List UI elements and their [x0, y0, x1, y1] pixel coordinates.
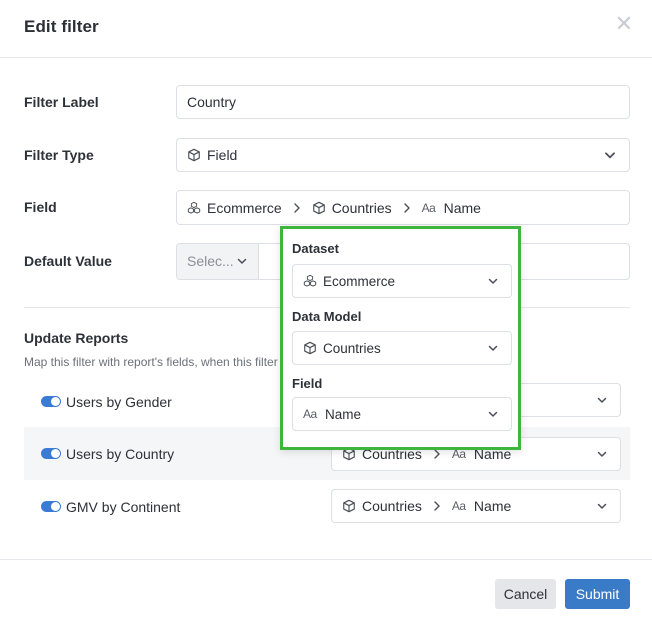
chevron-down-icon — [236, 255, 248, 267]
text-type-icon: Aa — [421, 200, 436, 215]
update-reports-title: Update Reports — [24, 330, 129, 346]
cube-icon — [342, 499, 356, 513]
modal-footer: Cancel Submit — [0, 559, 652, 622]
chevron-down-icon — [487, 275, 499, 287]
popover-dataset-select[interactable]: Ecommerce — [292, 264, 512, 298]
popover-field-select[interactable]: Aa Name — [292, 397, 512, 431]
popover-dataset-label: Dataset — [292, 241, 339, 256]
chevron-down-icon — [487, 408, 499, 420]
field-path-field: Name — [443, 199, 481, 216]
report-toggle[interactable] — [41, 501, 61, 512]
text-type-icon: Aa — [303, 407, 317, 421]
report-field-breadcrumb: Countries Aa Name — [342, 498, 511, 514]
modal-title: Edit filter — [24, 17, 99, 36]
chevron-right-icon — [292, 202, 302, 214]
filter-type-select[interactable]: Field — [176, 138, 630, 172]
default-value-operator-select[interactable]: Selec... — [177, 244, 259, 279]
cube-icon — [303, 341, 317, 355]
field-breadcrumb: Ecommerce Countries Aa Name — [187, 200, 481, 216]
filter-type-value: Field — [207, 147, 238, 163]
text-type-icon: Aa — [451, 499, 466, 513]
modal-header: Edit filter ✕ — [0, 0, 652, 58]
popover-data-model-value: Countries — [323, 340, 381, 356]
field-path-dataset: Ecommerce — [207, 199, 282, 216]
report-field: Name — [473, 498, 512, 514]
report-name: GMV by Continent — [66, 499, 181, 515]
report-name: Users by Country — [66, 446, 175, 462]
field-label: Field — [24, 199, 57, 215]
popover-data-model-label: Data Model — [292, 309, 362, 324]
filter-type-label: Filter Type — [24, 147, 94, 163]
report-field-select[interactable]: Countries Aa Name — [331, 489, 621, 523]
dataset-icon — [187, 201, 201, 215]
update-reports-subtitle: Map this filter with report's fields, wh… — [24, 355, 288, 369]
chevron-down-icon — [603, 148, 617, 162]
report-model: Countries — [362, 498, 422, 514]
field-picker-popover: Dataset Ecommerce Data Model Countries F… — [280, 226, 521, 450]
field-path-select[interactable]: Ecommerce Countries Aa Name — [176, 190, 630, 225]
cube-icon — [187, 148, 201, 162]
close-icon[interactable]: ✕ — [612, 12, 636, 36]
chevron-right-icon — [432, 500, 442, 512]
popover-data-model-select[interactable]: Countries — [292, 331, 512, 365]
submit-button[interactable]: Submit — [565, 579, 630, 609]
field-path-model: Countries — [331, 199, 392, 216]
cube-icon — [312, 201, 326, 215]
default-value-placeholder: Selec... — [187, 253, 234, 269]
popover-field-value: Name — [325, 406, 362, 422]
dataset-icon — [303, 274, 317, 288]
chevron-down-icon — [596, 448, 608, 460]
popover-field-label: Field — [292, 376, 323, 391]
chevron-down-icon — [487, 342, 499, 354]
cancel-button[interactable]: Cancel — [495, 579, 556, 609]
default-value-label: Default Value — [24, 253, 112, 269]
filter-label-label: Filter Label — [24, 94, 99, 110]
chevron-down-icon — [596, 394, 608, 406]
popover-dataset-value: Ecommerce — [323, 273, 396, 289]
report-name: Users by Gender — [66, 394, 172, 410]
chevron-right-icon — [402, 202, 412, 214]
report-toggle[interactable] — [41, 396, 61, 407]
edit-filter-modal: Edit filter ✕ Filter Label Country Filte… — [0, 0, 652, 622]
report-row: GMV by Continent Countries Aa Name — [24, 480, 630, 533]
filter-label-value: Country — [187, 94, 237, 110]
report-toggle[interactable] — [41, 448, 61, 459]
filter-label-input[interactable]: Country — [176, 85, 630, 119]
chevron-down-icon — [596, 500, 608, 512]
